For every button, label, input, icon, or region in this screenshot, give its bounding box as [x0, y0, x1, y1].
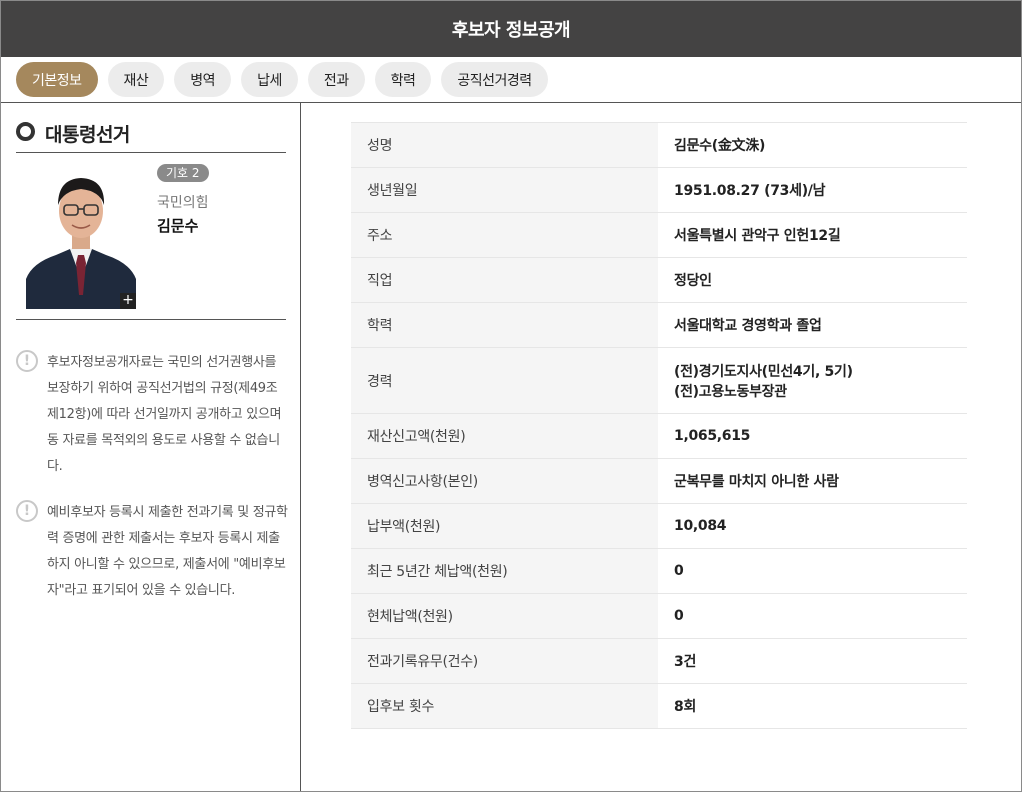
row-value: 1,065,615	[674, 428, 751, 444]
ballot-number-badge: 기호 2	[157, 164, 209, 182]
exclamation-icon: !	[16, 500, 38, 522]
row-value: 정당인	[674, 273, 712, 289]
table-row: 납부액(천원) 10,084	[351, 504, 967, 549]
table-row: 현체납액(천원) 0	[351, 594, 967, 639]
sidebar-divider	[16, 319, 286, 320]
row-value: (전)경기도지사(민선4기, 5기) (전)고용노동부장관	[658, 348, 967, 413]
row-value: 10,084	[674, 518, 727, 534]
row-value: 김문수(金文洙)	[674, 138, 766, 154]
election-name: 대통령선거	[45, 124, 130, 146]
photo-zoom-button[interactable]: +	[120, 293, 136, 309]
row-value: 0	[674, 563, 684, 579]
table-row: 경력 (전)경기도지사(민선4기, 5기) (전)고용노동부장관	[351, 348, 967, 414]
row-value: 0	[674, 608, 684, 624]
page-header: 후보자 정보공개	[1, 1, 1021, 57]
tab-basic-info[interactable]: 기본정보	[16, 62, 98, 97]
table-row: 직업 정당인	[351, 258, 967, 303]
election-heading: 대통령선거	[16, 120, 286, 153]
candidate-sidebar: 대통령선거 + 기호 2 국민의힘 김문수 ! 후보자정보공개자료는 국민의 선…	[1, 103, 301, 791]
row-label: 주소	[351, 213, 658, 257]
row-label: 입후보 횟수	[351, 684, 658, 728]
row-label: 현체납액(천원)	[351, 594, 658, 638]
row-label: 성명	[351, 123, 658, 167]
tab-property[interactable]: 재산	[107, 62, 165, 97]
row-label: 최근 5년간 체납액(천원)	[351, 549, 658, 593]
table-row: 전과기록유무(건수) 3건	[351, 639, 967, 684]
row-value: 군복무를 마치지 아니한 사람	[674, 474, 839, 490]
notice-text: 예비후보자 등록시 제출한 전과기록 및 정규학력 증명에 관한 제출서는 후보…	[47, 505, 288, 598]
table-row: 주소 서울특별시 관악구 인헌12길	[351, 213, 967, 258]
candidate-name: 김문수	[157, 217, 199, 235]
row-value: 서울특별시 관악구 인헌12길	[674, 228, 841, 244]
tab-election-career[interactable]: 공직선거경력	[441, 62, 548, 97]
table-row: 입후보 횟수 8회	[351, 684, 967, 729]
row-label: 납부액(천원)	[351, 504, 658, 548]
notice-disclosure: ! 후보자정보공개자료는 국민의 선거권행사를 보장하기 위하여 공직선거법의 …	[16, 350, 291, 480]
info-panel: 성명 김문수(金文洙) 생년월일 1951.08.27 (73세)/남 주소 서…	[302, 103, 1021, 791]
table-row: 병역신고사항(본인) 군복무를 마치지 아니한 사람	[351, 459, 967, 504]
table-row: 최근 5년간 체납액(천원) 0	[351, 549, 967, 594]
page-title: 후보자 정보공개	[451, 20, 571, 41]
notice-text: 후보자정보공개자료는 국민의 선거권행사를 보장하기 위하여 공직선거법의 규정…	[47, 355, 282, 474]
tab-education[interactable]: 학력	[374, 62, 432, 97]
exclamation-icon: !	[16, 350, 38, 372]
table-row: 재산신고액(천원) 1,065,615	[351, 414, 967, 459]
table-row: 학력 서울대학교 경영학과 졸업	[351, 303, 967, 348]
info-table: 성명 김문수(金文洙) 생년월일 1951.08.27 (73세)/남 주소 서…	[351, 122, 967, 729]
tab-bar: 기본정보 재산 병역 납세 전과 학력 공직선거경력	[1, 57, 1021, 103]
career-line: (전)고용노동부장관	[674, 383, 787, 400]
row-label: 학력	[351, 303, 658, 347]
row-label: 재산신고액(천원)	[351, 414, 658, 458]
row-value: 8회	[674, 699, 697, 715]
row-label: 병역신고사항(본인)	[351, 459, 658, 503]
row-label: 생년월일	[351, 168, 658, 212]
row-label: 전과기록유무(건수)	[351, 639, 658, 683]
circle-bullet-icon	[16, 122, 35, 141]
tab-military[interactable]: 병역	[174, 62, 232, 97]
party-name: 국민의힘	[157, 195, 209, 211]
career-line: (전)경기도지사(민선4기, 5기)	[674, 363, 853, 380]
row-value: 서울대학교 경영학과 졸업	[674, 318, 822, 334]
candidate-photo[interactable]: +	[26, 167, 136, 309]
tab-criminal-record[interactable]: 전과	[307, 62, 365, 97]
row-label: 경력	[351, 348, 658, 413]
portrait-image	[26, 167, 136, 309]
row-value: 1951.08.27 (73세)/남	[674, 183, 826, 199]
tab-tax[interactable]: 납세	[241, 62, 298, 97]
table-row: 생년월일 1951.08.27 (73세)/남	[351, 168, 967, 213]
row-label: 직업	[351, 258, 658, 302]
row-value: 3건	[674, 654, 697, 670]
notice-preliminary: ! 예비후보자 등록시 제출한 전과기록 및 정규학력 증명에 관한 제출서는 …	[16, 500, 291, 604]
table-row: 성명 김문수(金文洙)	[351, 123, 967, 168]
